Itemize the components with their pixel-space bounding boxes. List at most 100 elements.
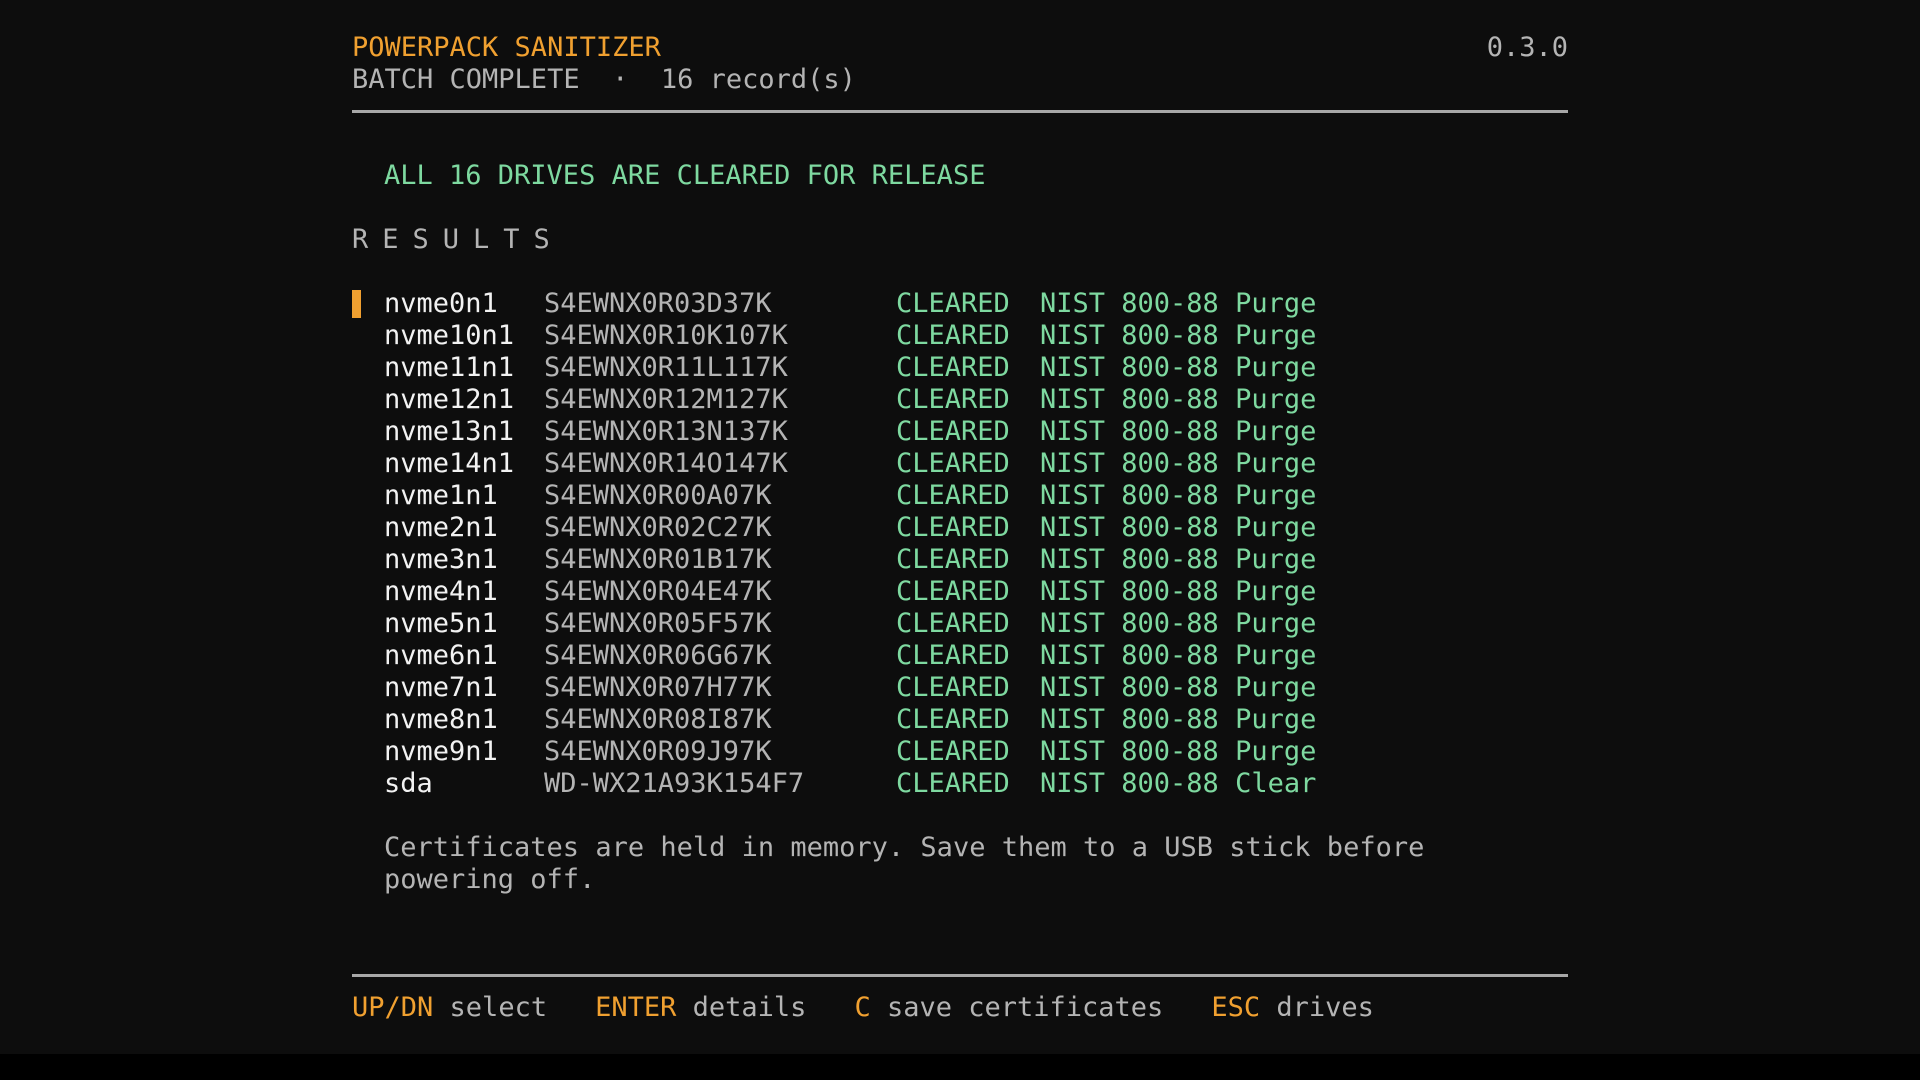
key-label: ESC [1211, 992, 1261, 1023]
sanitize-method: NIST 800-88 Purge [1040, 608, 1317, 639]
sanitize-method: NIST 800-88 Purge [1040, 544, 1317, 575]
result-row[interactable]: nvme8n1 S4EWNX0R08I87K CLEARED NIST 800-88 … [352, 704, 1568, 736]
status-label: CLEARED [896, 640, 1010, 671]
key-hint-drives[interactable]: ESC drives [1211, 992, 1374, 1024]
serial-number: S4EWNX0R04E47K [544, 576, 772, 607]
key-label: UP/DN [352, 992, 434, 1023]
status-label: CLEARED [896, 672, 1010, 703]
sanitize-method: NIST 800-88 Purge [1040, 416, 1317, 447]
serial-number: S4EWNX0R14O147K [544, 448, 788, 479]
device-name: nvme10n1 [384, 320, 515, 351]
terminal-screen: POWERPACK SANITIZER BATCH COMPLETE · 16 … [0, 0, 1920, 1054]
serial-number: S4EWNX0R03D37K [544, 288, 772, 319]
key-action: drives [1276, 992, 1374, 1023]
result-row[interactable]: nvme6n1 S4EWNX0R06G67K CLEARED NIST 800-88 … [352, 640, 1568, 672]
result-row[interactable]: nvme10n1 S4EWNX0R10K107K CLEARED NIST 800-8… [352, 320, 1568, 352]
status-label: CLEARED [896, 544, 1010, 575]
status-label: CLEARED [896, 704, 1010, 735]
device-name: nvme8n1 [384, 704, 498, 735]
sanitize-method: NIST 800-88 Purge [1040, 480, 1317, 511]
selection-cursor [352, 290, 361, 318]
serial-number: S4EWNX0R12M127K [544, 384, 788, 415]
serial-number: S4EWNX0R10K107K [544, 320, 788, 351]
device-name: nvme13n1 [384, 416, 515, 447]
device-name: nvme14n1 [384, 448, 515, 479]
status-label: CLEARED [896, 352, 1010, 383]
serial-number: WD-WX21A93K154F7 [544, 768, 805, 799]
serial-number: S4EWNX0R11L117K [544, 352, 788, 383]
sanitize-method: NIST 800-88 Purge [1040, 288, 1317, 319]
sanitize-method: NIST 800-88 Clear [1040, 768, 1317, 799]
result-row[interactable]: sda WD-WX21A93K154F7 CLEARED NIST 800-88 Cl… [352, 768, 1568, 800]
sanitize-method: NIST 800-88 Purge [1040, 672, 1317, 703]
device-name: nvme5n1 [384, 608, 498, 639]
header-divider [352, 110, 1568, 113]
serial-number: S4EWNX0R09J97K [544, 736, 772, 767]
result-row[interactable]: nvme3n1 S4EWNX0R01B17K CLEARED NIST 800-88 … [352, 544, 1568, 576]
device-name: nvme12n1 [384, 384, 515, 415]
device-name: nvme7n1 [384, 672, 498, 703]
key-action: select [449, 992, 548, 1023]
footer-divider [352, 974, 1568, 977]
result-row[interactable]: nvme12n1 S4EWNX0R12M127K CLEARED NIST 800-8… [352, 384, 1568, 416]
serial-number: S4EWNX0R00A07K [544, 480, 772, 511]
key-action: details [692, 992, 807, 1023]
status-label: CLEARED [896, 480, 1010, 511]
serial-number: S4EWNX0R13N137K [544, 416, 788, 447]
key-hint-save-certificates[interactable]: C save certificates [854, 992, 1163, 1024]
result-row[interactable]: nvme0n1 S4EWNX0R03D37K CLEARED NIST 800-88 … [352, 288, 1568, 320]
result-row[interactable]: nvme2n1 S4EWNX0R02C27K CLEARED NIST 800-88 … [352, 512, 1568, 544]
app-title: POWERPACK SANITIZER [352, 32, 661, 63]
device-name: nvme2n1 [384, 512, 498, 543]
sanitize-method: NIST 800-88 Purge [1040, 512, 1317, 543]
serial-number: S4EWNX0R02C27K [544, 512, 772, 543]
certificates-note: Certificates are held in memory. Save th… [384, 832, 1425, 895]
device-name: nvme3n1 [384, 544, 498, 575]
status-label: CLEARED [896, 320, 1010, 351]
sanitize-method: NIST 800-88 Purge [1040, 704, 1317, 735]
sanitize-method: NIST 800-88 Purge [1040, 640, 1317, 671]
key-hint-details[interactable]: ENTER details [595, 992, 806, 1024]
status-label: CLEARED [896, 768, 1010, 799]
status-label: CLEARED [896, 416, 1010, 447]
results-heading: RESULTS [352, 224, 564, 255]
status-label: CLEARED [896, 448, 1010, 479]
serial-number: S4EWNX0R01B17K [544, 544, 772, 575]
serial-number: S4EWNX0R08I87K [544, 704, 772, 735]
status-separator: · [612, 64, 629, 95]
release-banner: ALL 16 DRIVES ARE CLEARED FOR RELEASE [384, 160, 986, 191]
status-label: CLEARED [896, 736, 1010, 767]
key-label: C [854, 992, 871, 1023]
sanitize-method: NIST 800-88 Purge [1040, 576, 1317, 607]
result-row[interactable]: nvme1n1 S4EWNX0R00A07K CLEARED NIST 800-88 … [352, 480, 1568, 512]
device-name: nvme11n1 [384, 352, 515, 383]
device-name: sda [384, 768, 433, 799]
sanitize-method: NIST 800-88 Purge [1040, 736, 1317, 767]
status-label: CLEARED [896, 512, 1010, 543]
status-label: CLEARED [896, 288, 1010, 319]
result-row[interactable]: nvme7n1 S4EWNX0R07H77K CLEARED NIST 800-88 … [352, 672, 1568, 704]
result-row[interactable]: nvme4n1 S4EWNX0R04E47K CLEARED NIST 800-88 … [352, 576, 1568, 608]
app-version: 0.3.0 [1486, 32, 1568, 63]
result-row[interactable]: nvme5n1 S4EWNX0R05F57K CLEARED NIST 800-88 … [352, 608, 1568, 640]
result-row[interactable]: nvme14n1 S4EWNX0R14O147K CLEARED NIST 800-8… [352, 448, 1568, 480]
serial-number: S4EWNX0R06G67K [544, 640, 772, 671]
result-row[interactable]: nvme11n1 S4EWNX0R11L117K CLEARED NIST 800-8… [352, 352, 1568, 384]
batch-status-line: BATCH COMPLETE · 16 record(s) [352, 64, 856, 96]
result-row[interactable]: nvme13n1 S4EWNX0R13N137K CLEARED NIST 800-8… [352, 416, 1568, 448]
status-label: CLEARED [896, 384, 1010, 415]
device-name: nvme9n1 [384, 736, 498, 767]
sanitize-method: NIST 800-88 Purge [1040, 384, 1317, 415]
key-action: save certificates [886, 992, 1164, 1023]
status-label: CLEARED [896, 576, 1010, 607]
sanitize-method: NIST 800-88 Purge [1040, 448, 1317, 479]
device-name: nvme1n1 [384, 480, 498, 511]
result-row[interactable]: nvme9n1 S4EWNX0R09J97K CLEARED NIST 800-88 … [352, 736, 1568, 768]
device-name: nvme6n1 [384, 640, 498, 671]
status-label: CLEARED [896, 608, 1010, 639]
record-count: 16 record(s) [660, 64, 856, 95]
key-hint-select[interactable]: UP/DN select [352, 992, 547, 1024]
screen-bottom-edge [0, 1054, 1920, 1080]
batch-status: BATCH COMPLETE [352, 64, 580, 95]
serial-number: S4EWNX0R07H77K [544, 672, 772, 703]
